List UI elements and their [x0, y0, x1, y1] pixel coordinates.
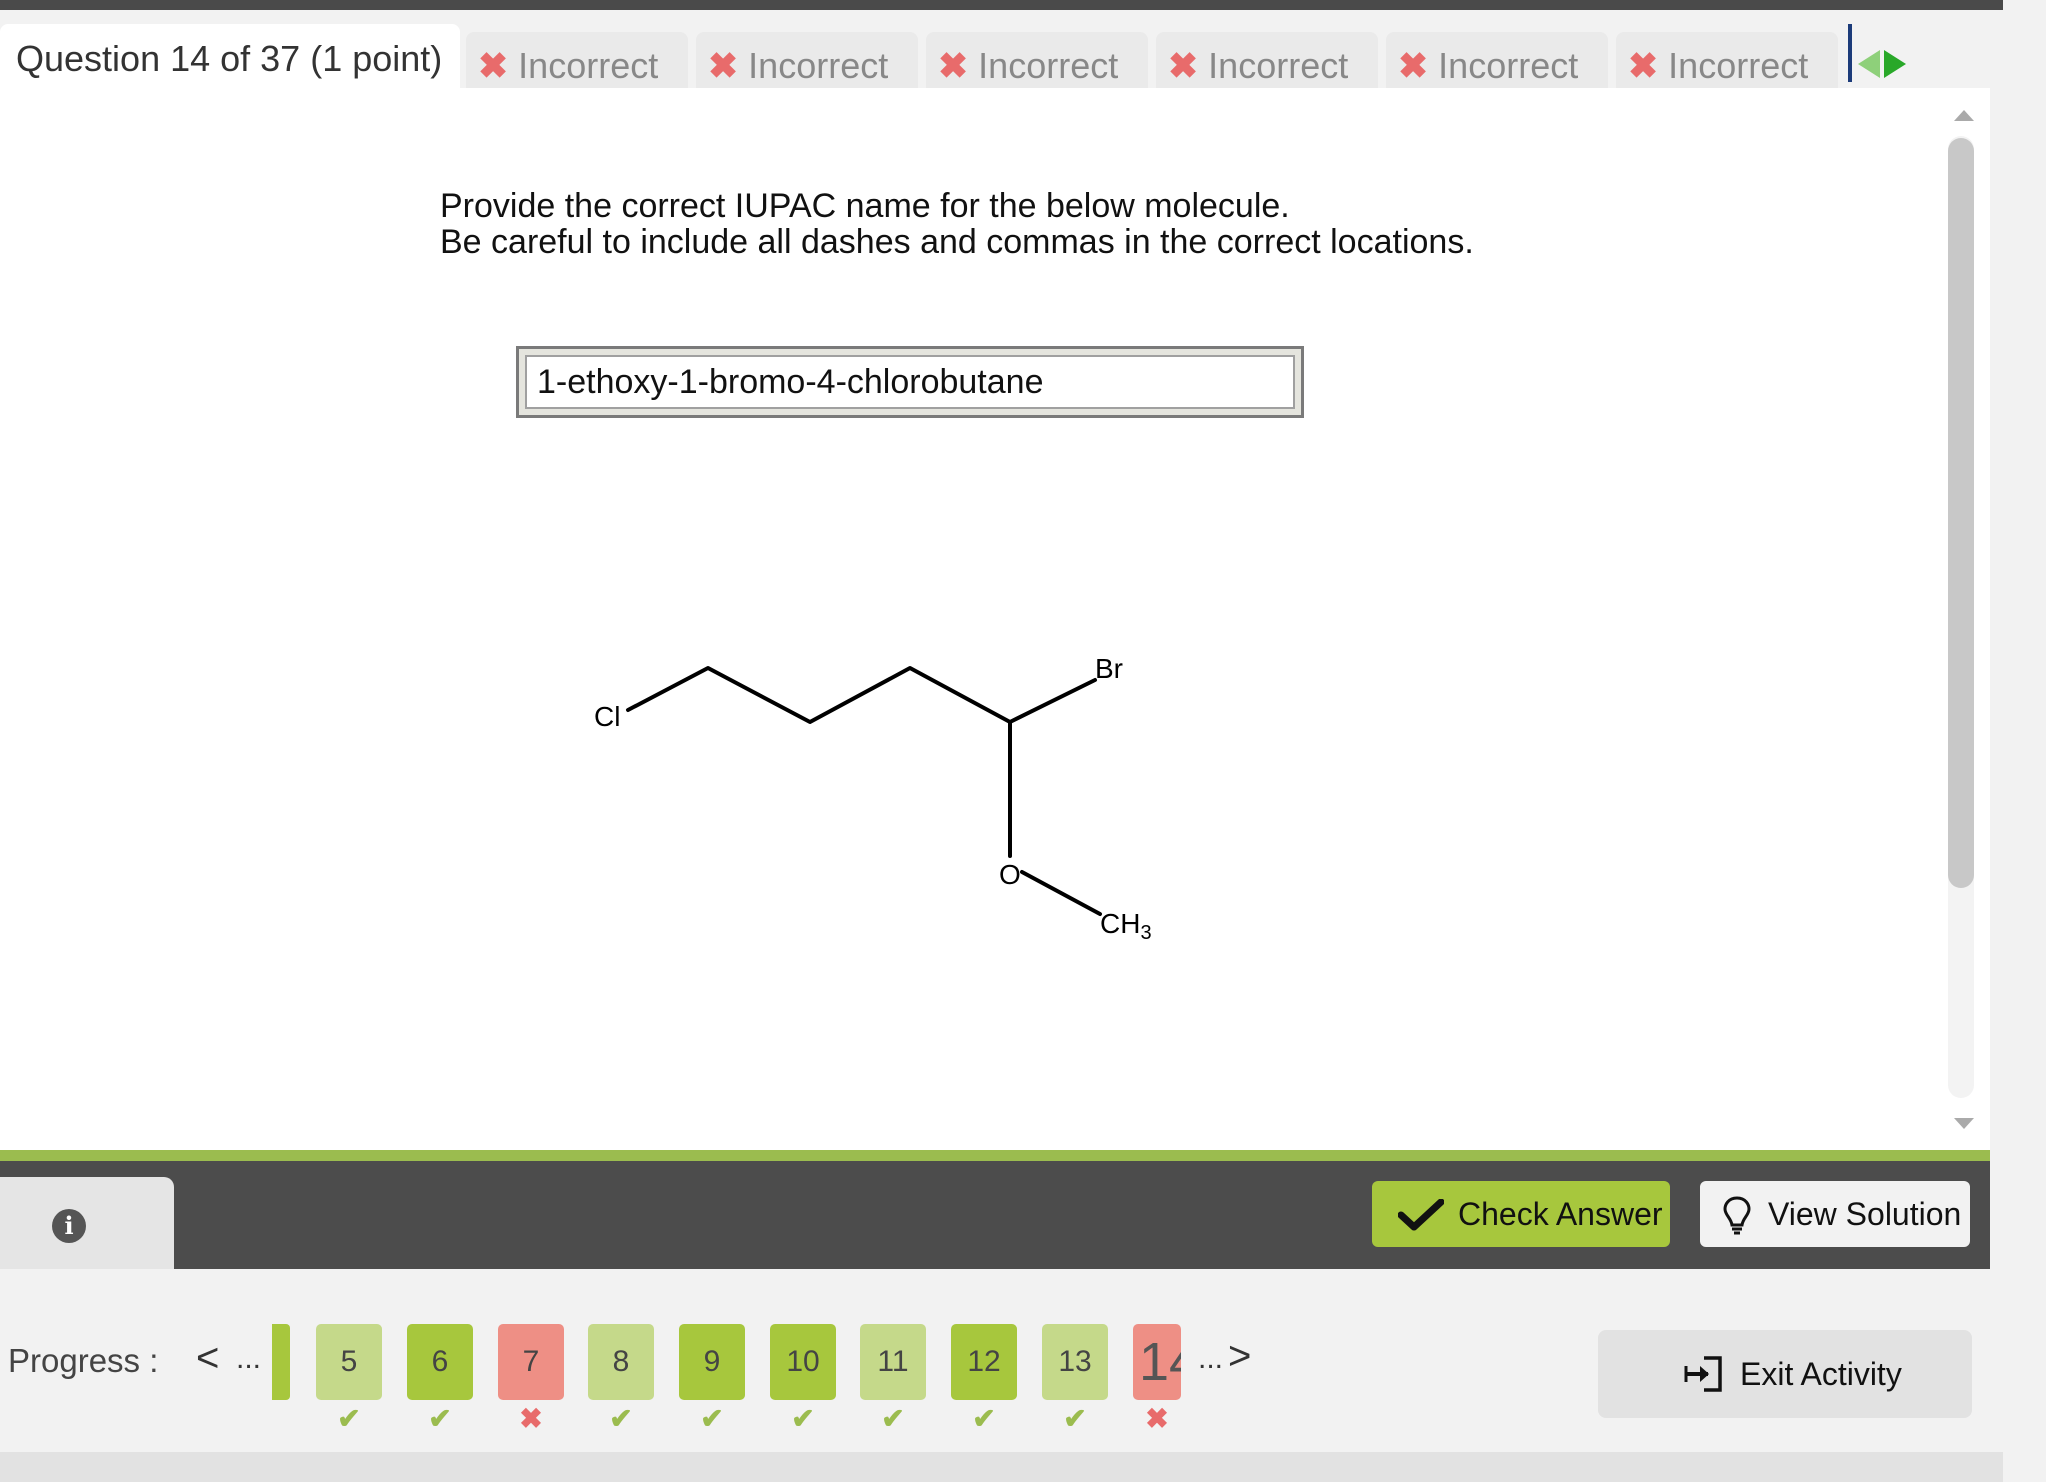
chlorine-label: Cl	[594, 701, 620, 732]
progress-item-14-current[interactable]: 14	[1133, 1324, 1181, 1400]
progress-item-10[interactable]: 10	[770, 1324, 836, 1400]
correct-check-icon: ✔	[881, 1403, 905, 1434]
progress-item-11[interactable]: 11	[860, 1324, 926, 1400]
correct-check-icon: ✔	[337, 1403, 361, 1434]
incorrect-x-icon: ✖	[1145, 1403, 1169, 1434]
action-toolbar: i Check Answer View Solution	[0, 1161, 1990, 1269]
progress-item-13[interactable]: 13	[1042, 1324, 1108, 1400]
bottom-strip	[0, 1452, 2003, 1482]
answer-input[interactable]	[525, 355, 1295, 409]
progress-item-partial[interactable]	[272, 1324, 290, 1400]
top-bar	[0, 0, 2003, 10]
progress-label: Progress :	[8, 1342, 159, 1379]
progress-item-9[interactable]: 9	[679, 1324, 745, 1400]
incorrect-x-icon: ✖	[708, 45, 739, 86]
check-answer-button[interactable]: Check Answer	[1372, 1181, 1670, 1247]
oxygen-label: O	[999, 859, 1021, 890]
correct-check-icon: ✔	[700, 1403, 724, 1434]
attempt-tab-label: Incorrect	[978, 45, 1119, 86]
progress-ellipsis-right: ...	[1198, 1342, 1224, 1375]
attempt-tab-label: Incorrect	[1208, 45, 1349, 86]
info-icon[interactable]: i	[52, 1209, 86, 1243]
prompt-line-1: Provide the correct IUPAC name for the b…	[440, 187, 1290, 225]
progress-item-8[interactable]: 8	[588, 1324, 654, 1400]
progress-ellipsis-left: ...	[236, 1342, 262, 1375]
scroll-down-icon[interactable]	[1954, 1118, 1974, 1129]
question-panel: Provide the correct IUPAC name for the b…	[0, 88, 1990, 1150]
incorrect-x-icon: ✖	[1628, 45, 1659, 86]
view-solution-label: View Solution	[1768, 1196, 1962, 1232]
correct-check-icon: ✔	[972, 1403, 996, 1434]
incorrect-x-icon: ✖	[938, 45, 969, 86]
vertical-scrollbar[interactable]	[1946, 88, 1976, 1150]
question-tab[interactable]: Question 14 of 37 (1 point)	[0, 24, 460, 98]
correct-check-icon: ✔	[791, 1403, 815, 1434]
info-tab[interactable]: i	[0, 1177, 174, 1269]
exit-door-icon	[1684, 1356, 1722, 1392]
methyl-label: CH3	[1100, 908, 1152, 944]
attempt-tab-label: Incorrect	[1438, 45, 1579, 86]
tab-scroll-divider	[1848, 24, 1852, 82]
carbon-chain-bonds	[626, 666, 1097, 724]
lightbulb-icon	[1723, 1196, 1751, 1235]
incorrect-x-icon: ✖	[1398, 45, 1429, 86]
exit-activity-label: Exit Activity	[1740, 1356, 1902, 1392]
correct-check-icon: ✔	[1063, 1403, 1087, 1434]
progress-next-icon[interactable]: >	[1228, 1334, 1251, 1379]
bromine-label: Br	[1095, 653, 1123, 684]
incorrect-x-icon: ✖	[1168, 45, 1199, 86]
view-solution-button[interactable]: View Solution	[1700, 1181, 1970, 1247]
answer-field-frame	[516, 346, 1304, 418]
progress-item-6[interactable]: 6	[407, 1324, 473, 1400]
attempt-tab-label: Incorrect	[1668, 45, 1809, 86]
prompt-line-2: Be careful to include all dashes and com…	[440, 223, 1474, 261]
attempt-tabs: Question 14 of 37 (1 point) ✖ Incorrect ✖…	[0, 10, 1990, 98]
panel-divider	[0, 1150, 1990, 1161]
scroll-thumb[interactable]	[1948, 138, 1974, 888]
exit-activity-button[interactable]: Exit Activity	[1598, 1330, 1972, 1418]
progress-item-12[interactable]: 12	[951, 1324, 1017, 1400]
o-ch3-bond	[1020, 870, 1102, 916]
correct-check-icon: ✔	[609, 1403, 633, 1434]
correct-check-icon: ✔	[428, 1403, 452, 1434]
tab-scroll-left-icon[interactable]	[1858, 50, 1880, 78]
incorrect-x-icon: ✖	[478, 45, 509, 86]
progress-item-5[interactable]: 5	[316, 1324, 382, 1400]
attempt-tab-label: Incorrect	[748, 45, 889, 86]
tab-scroll-right-icon[interactable]	[1884, 50, 1906, 78]
question-prompt: Provide the correct IUPAC name for the b…	[440, 188, 1474, 260]
tab-scroll-control[interactable]	[1848, 24, 1918, 84]
check-answer-label: Check Answer	[1458, 1196, 1663, 1232]
scroll-up-icon[interactable]	[1954, 110, 1974, 121]
progress-item-7[interactable]: 7	[498, 1324, 564, 1400]
attempt-tab-label: Incorrect	[518, 45, 659, 86]
progress-prev-icon[interactable]: <	[196, 1336, 219, 1381]
molecule-structure: Cl Br O CH3	[594, 653, 1152, 944]
progress-bar: Progress : < ... 5 ✔ 6 ✔ 7 ✖ 8 ✔ 9 ✔ 10 …	[0, 1290, 1990, 1470]
checkmark-icon	[1398, 1199, 1444, 1231]
incorrect-x-icon: ✖	[519, 1403, 543, 1434]
